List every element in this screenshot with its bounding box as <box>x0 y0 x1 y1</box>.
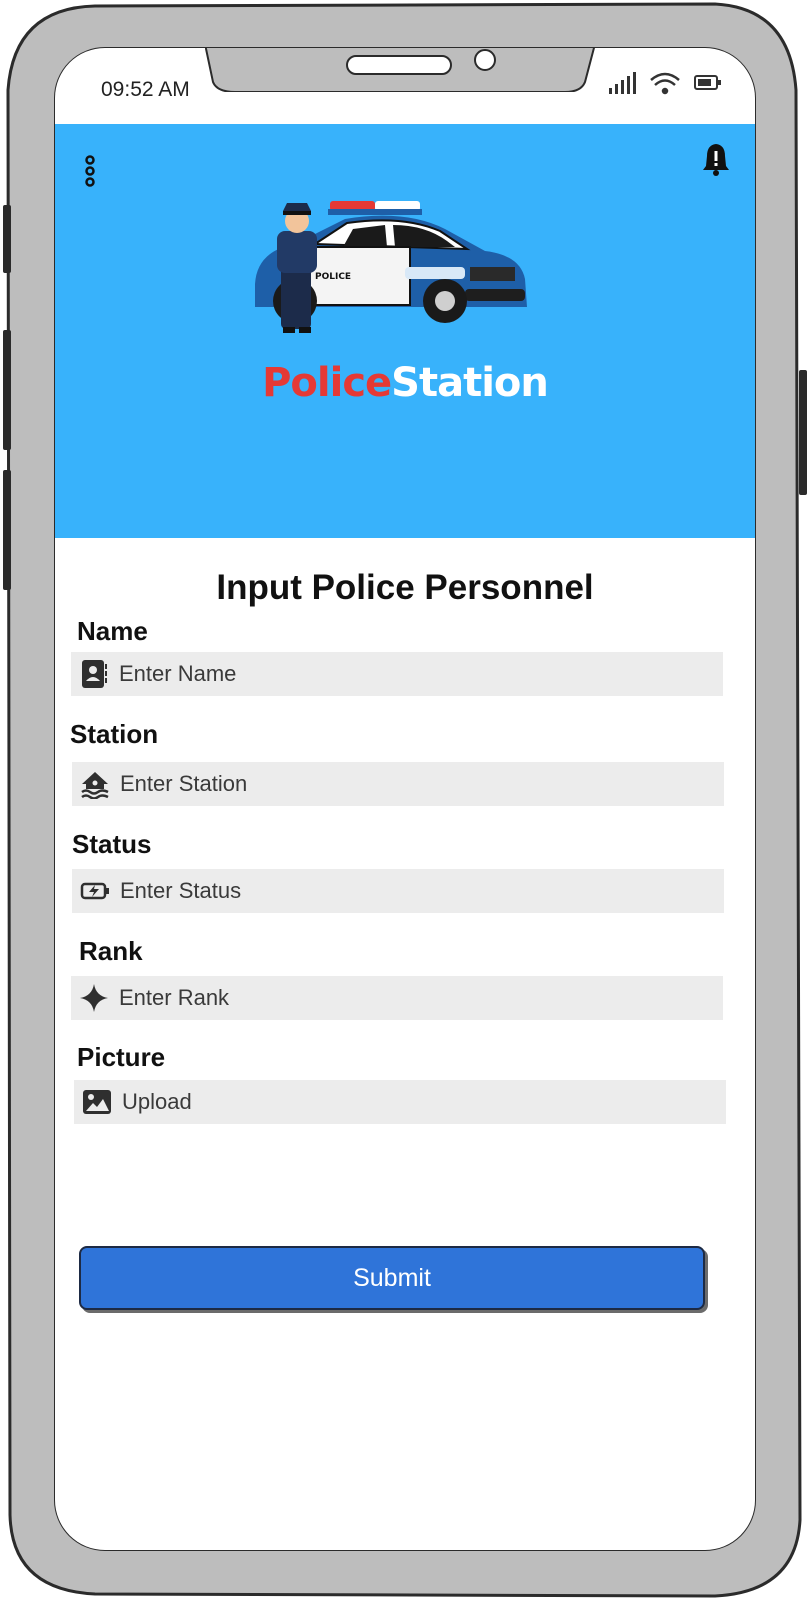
status-icons <box>609 72 721 95</box>
notch <box>205 48 595 92</box>
police-car-illustration: POLICE <box>255 201 527 333</box>
rank-placeholder: Enter Rank <box>119 985 230 1010</box>
rank-label: Rank <box>79 936 143 966</box>
app-header: POLICE PoliceStation <box>55 124 755 538</box>
status-time: 09:52 AM <box>101 78 190 101</box>
brand-part-1: Police <box>262 360 392 406</box>
wifi-icon <box>650 72 680 95</box>
picture-upload-input[interactable]: Upload <box>74 1080 726 1124</box>
name-placeholder: Enter Name <box>119 661 237 686</box>
name-label: Name <box>77 616 148 646</box>
rank-input[interactable]: Enter Rank <box>71 976 723 1020</box>
brand-logo-text: PoliceStation <box>55 360 755 406</box>
station-placeholder: Enter Station <box>120 771 248 796</box>
battery-charging-icon <box>80 882 109 900</box>
battery-icon <box>694 75 721 90</box>
name-input[interactable]: Enter Name <box>71 652 723 696</box>
submit-button[interactable]: Submit <box>79 1246 705 1310</box>
bell-alert-icon[interactable] <box>701 142 731 176</box>
status-label: Status <box>72 829 152 859</box>
flooded-house-icon <box>81 772 109 799</box>
status-input[interactable]: Enter Status <box>72 869 724 913</box>
picture-placeholder: Upload <box>122 1089 192 1114</box>
picture-label: Picture <box>77 1042 166 1072</box>
contact-card-icon <box>82 660 107 688</box>
station-label: Station <box>70 719 159 749</box>
status-placeholder: Enter Status <box>120 878 242 903</box>
app-screen: 09:52 AM POLICE PoliceStation Input Poli… <box>55 48 755 1550</box>
sparkle-star-icon <box>80 984 108 1012</box>
signal-icon <box>609 72 636 94</box>
brand-part-2: Station <box>391 360 549 406</box>
svg-text:POLICE: POLICE <box>315 272 351 282</box>
image-icon <box>83 1090 111 1114</box>
page-title: Input Police Personnel <box>216 568 594 607</box>
station-input[interactable]: Enter Station <box>72 762 724 806</box>
vertical-dots-icon[interactable] <box>79 154 101 190</box>
